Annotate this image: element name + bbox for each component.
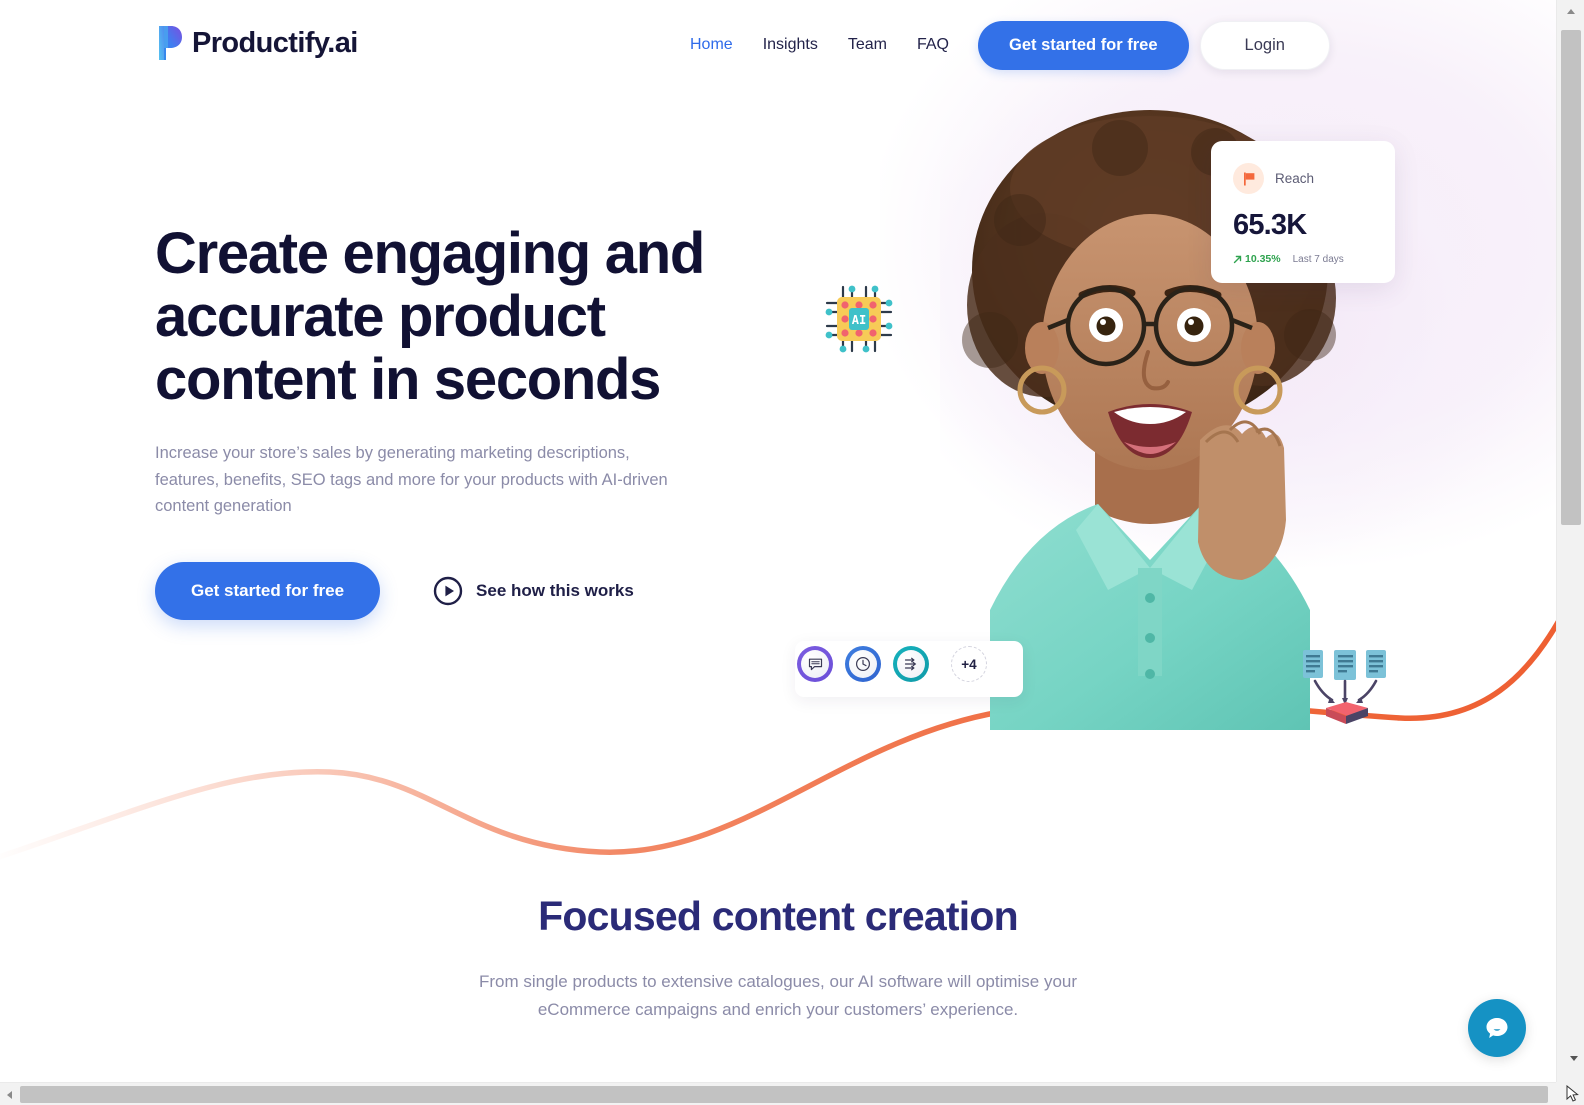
nav-item-team[interactable]: Team [848, 32, 887, 58]
clock-icon[interactable] [845, 646, 881, 682]
triangle-up-icon [1567, 8, 1575, 14]
badge-overflow-count[interactable]: +4 [951, 646, 987, 682]
productify-p-mark-icon [159, 26, 182, 60]
horizontal-scrollbar-thumb[interactable] [20, 1086, 1548, 1103]
nav-item-home[interactable]: Home [690, 32, 733, 58]
main-navigation: Home Insights Team FAQ [690, 32, 949, 58]
documents-import-icon [1303, 650, 1386, 724]
page-title: Create engaging and accurate product con… [155, 221, 705, 412]
logo[interactable]: Productify.ai [155, 24, 358, 62]
chat-bubble-icon[interactable] [797, 646, 833, 682]
see-how-this-works-link[interactable]: See how this works [433, 576, 634, 606]
vertical-scrollbar-thumb[interactable] [1561, 30, 1581, 525]
flag-icon [1233, 163, 1264, 194]
scroll-up-button[interactable] [1557, 0, 1584, 22]
focused-content-section: Focused content creation From single pro… [0, 890, 1556, 1024]
vertical-scrollbar[interactable] [1556, 0, 1584, 1082]
play-circle-icon [433, 576, 463, 605]
stat-card-period: Last 7 days [1292, 253, 1344, 265]
horizontal-scrollbar[interactable] [0, 1082, 1584, 1105]
stat-card-delta: 10.35% [1233, 253, 1281, 265]
scroll-left-button[interactable] [0, 1083, 18, 1105]
login-button[interactable]: Login [1199, 21, 1330, 70]
stat-card-delta-value: 10.35% [1245, 253, 1281, 265]
feature-badges-row: +4 [797, 646, 987, 682]
chat-widget-button[interactable] [1468, 999, 1526, 1057]
stat-card-header: Reach [1233, 163, 1375, 194]
header-get-started-button[interactable]: Get started for free [978, 21, 1189, 70]
hero-illustration: AI [760, 80, 1556, 860]
header-actions: Get started for free Login [978, 21, 1330, 70]
stat-card-footer: 10.35% Last 7 days [1233, 253, 1375, 265]
section-subtitle: From single products to extensive catalo… [478, 972, 1078, 1019]
svg-text:AI: AI [852, 313, 866, 327]
browser-viewport: Productify.ai Home Insights Team FAQ Get… [0, 0, 1584, 1105]
scroll-down-button[interactable] [1570, 1056, 1578, 1079]
hero-actions: Get started for free See how this works [155, 561, 715, 620]
nav-item-insights[interactable]: Insights [763, 32, 818, 58]
site-header: Productify.ai Home Insights Team FAQ Get… [0, 0, 1556, 92]
page-canvas: Productify.ai Home Insights Team FAQ Get… [0, 0, 1556, 1082]
nav-item-faq[interactable]: FAQ [917, 32, 949, 58]
hero-subtitle: Increase your store’s sales by generatin… [155, 444, 668, 515]
section-title: Focused content creation [538, 893, 1019, 939]
mouse-cursor [1566, 1085, 1579, 1102]
stat-card-reach: Reach 65.3K 10.35% Last 7 days [1211, 141, 1395, 283]
logo-text: Productify.ai [192, 26, 358, 59]
hero-get-started-button[interactable]: Get started for free [155, 561, 381, 620]
triangle-left-icon [6, 1090, 12, 1099]
flow-arrows-icon[interactable] [893, 646, 929, 682]
arrow-up-right-icon [1233, 255, 1242, 263]
hero-copy: Create engaging and accurate product con… [155, 222, 715, 620]
stat-card-label: Reach [1275, 171, 1315, 186]
stat-card-value: 65.3K [1233, 209, 1307, 241]
see-how-this-works-label: See how this works [476, 580, 634, 600]
chat-bubble-smile-icon [1486, 1018, 1508, 1038]
triangle-down-icon [1570, 1056, 1578, 1078]
